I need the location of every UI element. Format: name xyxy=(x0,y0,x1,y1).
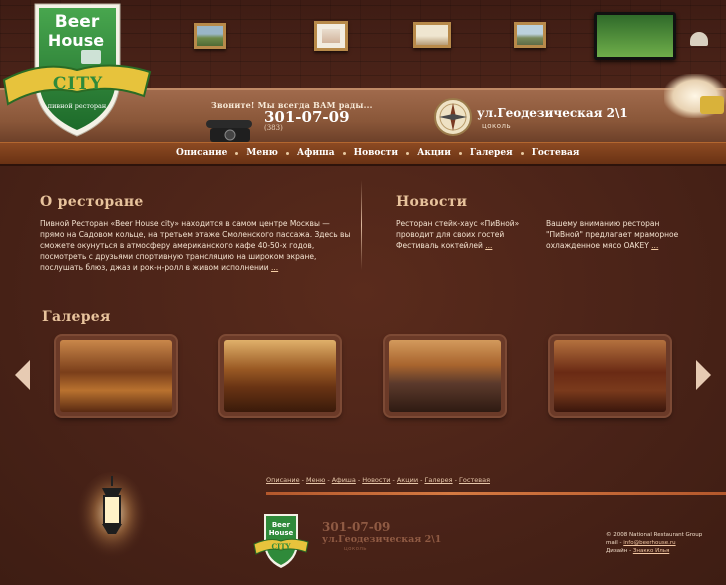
gallery-thumbnail[interactable] xyxy=(385,336,505,416)
nav-separator xyxy=(235,151,239,155)
mail-link[interactable]: info@beerhouse.ru xyxy=(623,540,675,546)
main-nav: Описание Меню Афиша Новости Акции Галере… xyxy=(172,148,583,158)
gallery-thumbnail[interactable] xyxy=(220,336,340,416)
news-more-link[interactable]: ... xyxy=(651,241,658,250)
footer-link-description[interactable]: Описание xyxy=(266,476,300,484)
news-line: Фестиваль коктейлей xyxy=(396,241,483,250)
about-text: Пивной Ресторан «Beer House city» находи… xyxy=(40,218,358,273)
nav-item-menu[interactable]: Меню xyxy=(242,148,282,158)
news-line: проводит для своих гостей xyxy=(396,230,505,239)
footer-address: ул.Геодезическая 2\1 xyxy=(322,534,442,545)
wall-picture xyxy=(413,22,451,48)
gallery-thumbnail[interactable] xyxy=(56,336,176,416)
nav-item-news[interactable]: Новости xyxy=(350,148,403,158)
beer-house-logo[interactable]: Beer House CITY пивной ресторан xyxy=(2,0,152,140)
nav-separator xyxy=(406,151,410,155)
wall-picture xyxy=(194,23,226,49)
wall-picture xyxy=(314,21,348,51)
news-line: Вашему вниманию ресторан xyxy=(546,219,660,228)
svg-text:пивной ресторан: пивной ресторан xyxy=(48,102,107,110)
footer-phone: 301-07-09 xyxy=(322,520,391,534)
footer-link-guestbook[interactable]: Гостевая xyxy=(459,476,490,484)
about-line: сможете окунуться в атмосферу американск… xyxy=(40,241,315,250)
footer-divider xyxy=(266,492,726,495)
about-title: О ресторане xyxy=(40,194,144,210)
svg-text:CITY: CITY xyxy=(271,542,291,551)
nav-separator xyxy=(342,151,346,155)
mail-label: mail - xyxy=(606,540,624,546)
wall-tv xyxy=(594,12,676,60)
gallery-title: Галерея xyxy=(42,309,111,325)
svg-text:Beer: Beer xyxy=(55,12,100,32)
svg-text:CITY: CITY xyxy=(53,74,103,94)
svg-text:Beer: Beer xyxy=(272,521,291,529)
wall-picture xyxy=(514,22,546,48)
about-more-link[interactable]: ... xyxy=(271,263,278,272)
designer-link[interactable]: Знакко Илья xyxy=(633,548,669,554)
svg-text:House: House xyxy=(269,529,294,537)
gallery-next-arrow[interactable] xyxy=(696,360,711,390)
nav-item-description[interactable]: Описание xyxy=(172,148,231,158)
copyright-text: © 2008 National Restaurant Group xyxy=(606,532,703,538)
footer-link-gallery[interactable]: Галерея xyxy=(424,476,452,484)
gallery-thumbnail[interactable] xyxy=(550,336,670,416)
nav-item-guestbook[interactable]: Гостевая xyxy=(528,148,584,158)
footer-link-menu[interactable]: Меню xyxy=(306,476,325,484)
address-text: ул.Геодезическая 2\1 xyxy=(477,106,628,120)
footer-credits: © 2008 National Restaurant Group mail - … xyxy=(606,531,702,555)
footer-logo[interactable]: Beer House CITY xyxy=(252,512,310,570)
footer-link-poster[interactable]: Афиша xyxy=(332,476,356,484)
nav-item-gallery[interactable]: Галерея xyxy=(466,148,517,158)
compass-icon xyxy=(434,98,472,136)
news-item: Ресторан стейк-хаус «ПиВной» проводит дл… xyxy=(396,218,536,251)
nav-separator xyxy=(458,151,462,155)
footer-nav: Описание - Меню - Афиша - Новости - Акции - Г… xyxy=(266,476,490,484)
footer-address-sub: цоколь xyxy=(344,546,367,552)
address-sub: цоколь xyxy=(482,122,512,130)
about-line: посмотреть с друзьями спортивную трансля… xyxy=(40,252,317,261)
nav-separator xyxy=(520,151,524,155)
news-more-link[interactable]: ... xyxy=(485,241,492,250)
design-label: Дизайн - xyxy=(606,548,633,554)
news-item: Вашему вниманию ресторан "ПиВной" предла… xyxy=(546,218,696,251)
nav-item-promotions[interactable]: Акции xyxy=(413,148,455,158)
about-line: Пивной Ресторан «Beer House city» находи… xyxy=(40,219,330,228)
news-title: Новости xyxy=(396,194,468,210)
ceiling-lamp xyxy=(690,32,708,46)
gallery-prev-arrow[interactable] xyxy=(15,360,30,390)
lantern-icon xyxy=(76,472,148,564)
footer-link-promotions[interactable]: Акции xyxy=(397,476,418,484)
svg-text:House: House xyxy=(48,31,104,50)
news-line: "ПиВной" предлагает мраморное xyxy=(546,230,679,239)
about-line: прямо на Садовом кольце, на третьем этаж… xyxy=(40,230,351,239)
column-divider xyxy=(361,180,362,270)
about-line: послушать блюз, джаз и рок-н-ролл в живо… xyxy=(40,263,269,272)
telephone-icon xyxy=(206,120,252,142)
nav-item-poster[interactable]: Афиша xyxy=(293,148,339,158)
footer-link-news[interactable]: Новости xyxy=(362,476,390,484)
beer-tap-icon xyxy=(700,96,724,114)
news-line: охлажденное мясо OAKEY xyxy=(546,241,649,250)
nav-separator xyxy=(285,151,289,155)
news-line: Ресторан стейк-хаус «ПиВной» xyxy=(396,219,520,228)
phone-code: (383) xyxy=(264,124,283,132)
